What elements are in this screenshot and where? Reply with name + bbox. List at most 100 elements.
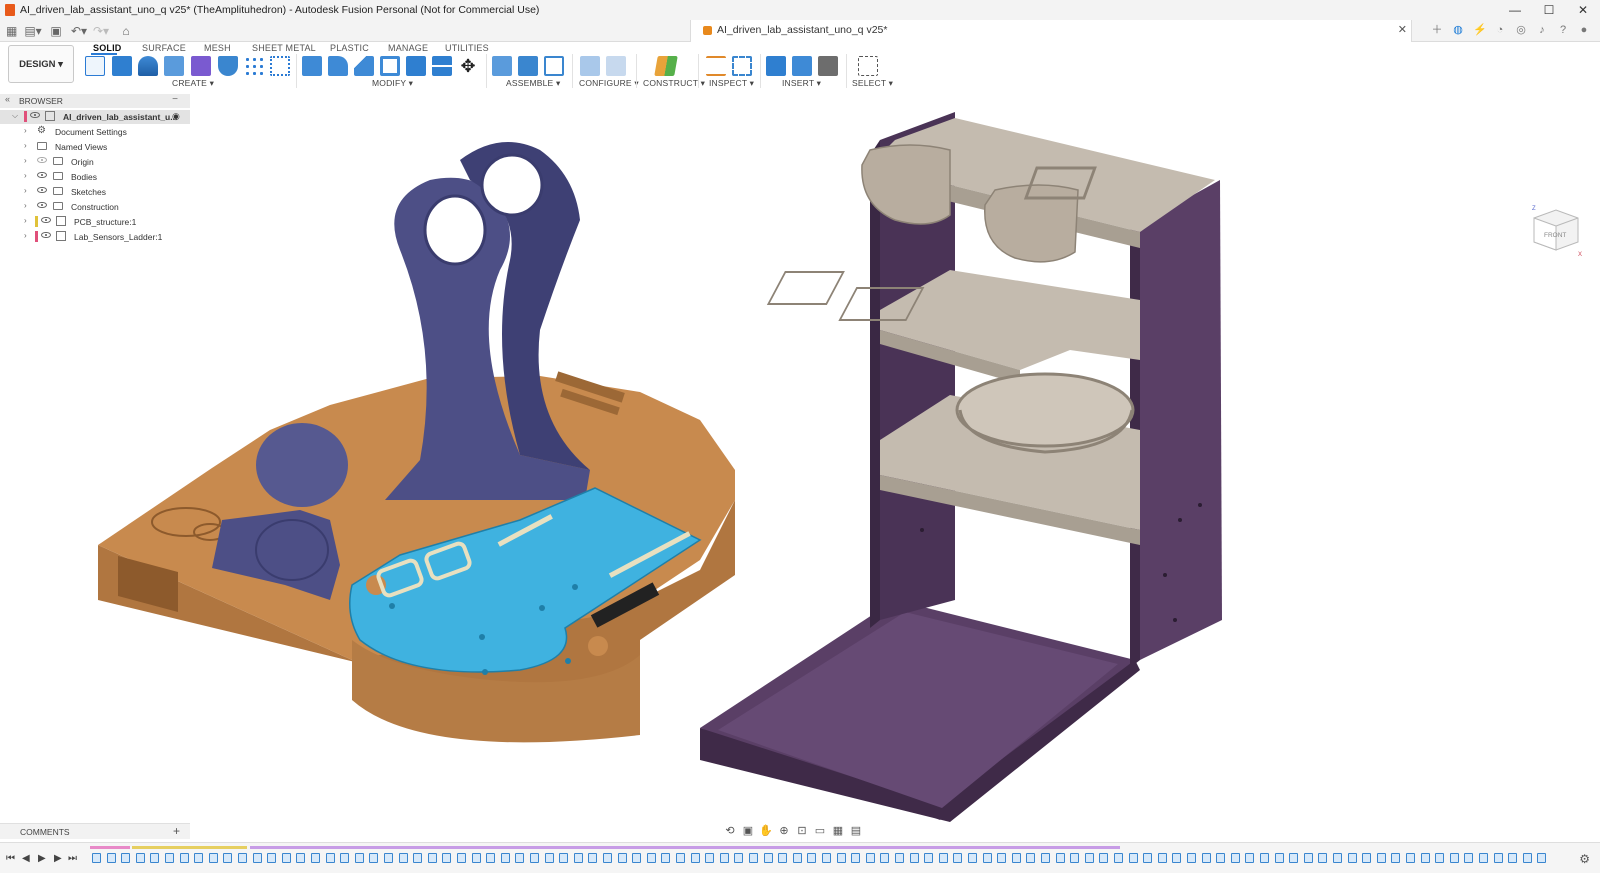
create-sketch-icon[interactable] [85, 56, 105, 76]
play-icon[interactable]: ▶ [38, 853, 46, 864]
tree-item-lab-sensors-ladder[interactable]: › Lab_Sensors_Ladder:1 [0, 230, 190, 244]
timeline-feature-icon[interactable] [1099, 853, 1108, 863]
timeline-feature-icon[interactable] [764, 853, 773, 863]
timeline-feature-icon[interactable] [1070, 853, 1079, 863]
timeline-feature-icon[interactable] [632, 853, 641, 863]
help-icon[interactable]: ? [1557, 23, 1569, 37]
timeline-feature-icon[interactable] [939, 853, 948, 863]
job-status-icon[interactable]: ◔ [1494, 23, 1506, 37]
timeline-feature-icon[interactable] [676, 853, 685, 863]
construct-group-label[interactable]: CONSTRUCT ▾ [643, 78, 705, 89]
insert-derive-icon[interactable] [766, 56, 786, 76]
timeline-feature-icon[interactable] [983, 853, 992, 863]
offset-plane-icon[interactable] [654, 56, 678, 76]
fillet-icon[interactable] [328, 56, 348, 76]
timeline-feature-icon[interactable] [793, 853, 802, 863]
timeline-feature-icon[interactable] [1464, 853, 1473, 863]
timeline-feature-icon[interactable] [238, 853, 247, 863]
go-to-start-icon[interactable]: ⏮ [6, 853, 15, 864]
timeline-feature-icon[interactable] [1523, 853, 1532, 863]
tab-plastic[interactable]: PLASTIC [330, 43, 369, 53]
visibility-eye-icon[interactable] [41, 217, 51, 223]
timeline-feature-icon[interactable] [1012, 853, 1021, 863]
viewports-icon[interactable]: ▤ [849, 824, 863, 837]
timeline-feature-icon[interactable] [968, 853, 977, 863]
timeline-feature-icon[interactable] [311, 853, 320, 863]
configure-rules-icon[interactable] [606, 56, 626, 76]
timeline-feature-icon[interactable] [399, 853, 408, 863]
timeline-feature-icon[interactable] [734, 853, 743, 863]
timeline-feature-icon[interactable] [559, 853, 568, 863]
orbit-icon[interactable]: ⟲ [723, 824, 737, 837]
timeline-feature-icon[interactable] [180, 853, 189, 863]
minimize-button[interactable]: — [1498, 0, 1532, 20]
timeline-feature-icon[interactable] [1056, 853, 1065, 863]
timeline-feature-icon[interactable] [150, 853, 159, 863]
press-pull-icon[interactable] [302, 56, 322, 76]
timeline-feature-icon[interactable] [1348, 853, 1357, 863]
timeline-feature-icon[interactable] [442, 853, 451, 863]
chevron-down-icon[interactable]: ⌵ [12, 111, 18, 121]
joint-icon[interactable] [492, 56, 512, 76]
timeline-feature-icon[interactable] [1333, 853, 1342, 863]
timeline-feature-icon[interactable] [851, 853, 860, 863]
new-component-icon[interactable] [191, 56, 211, 76]
assemble-group-label[interactable]: ASSEMBLE ▾ [506, 78, 560, 89]
timeline-feature-icon[interactable] [749, 853, 758, 863]
tab-solid[interactable]: SOLID [93, 43, 122, 53]
timeline-feature-icon[interactable] [1391, 853, 1400, 863]
timeline-feature-icon[interactable] [997, 853, 1006, 863]
pattern-icon[interactable] [244, 56, 264, 76]
timeline-feature-icon[interactable] [880, 853, 889, 863]
timeline-feature-icon[interactable] [822, 853, 831, 863]
visibility-eye-icon[interactable] [37, 202, 47, 208]
modify-group-label[interactable]: MODIFY ▾ [372, 78, 413, 89]
tab-manage[interactable]: MANAGE [388, 43, 428, 53]
insert-group-label[interactable]: INSERT ▾ [782, 78, 821, 89]
split-body-icon[interactable] [432, 56, 452, 76]
tree-item-named-views[interactable]: › Named Views [0, 140, 190, 154]
mirror-icon[interactable] [270, 56, 290, 76]
view-cube[interactable]: FRONT Z X [1528, 202, 1584, 258]
file-menu-icon[interactable]: ▤▾ [24, 23, 42, 39]
zoom-icon[interactable]: ⊕ [777, 824, 791, 837]
combine-icon[interactable] [406, 56, 426, 76]
timeline-feature-icon[interactable] [1216, 853, 1225, 863]
timeline-feature-icon[interactable] [1508, 853, 1517, 863]
timeline-feature-icon[interactable] [1158, 853, 1167, 863]
timeline-feature-icon[interactable] [369, 853, 378, 863]
workspace-switcher[interactable]: DESIGN ▾ [8, 45, 74, 83]
step-forward-icon[interactable]: ▶ [54, 853, 62, 864]
visibility-eye-icon[interactable] [37, 172, 47, 178]
timeline-feature-icon[interactable] [1435, 853, 1444, 863]
new-tab-icon[interactable]: ＋ [1431, 23, 1443, 37]
tab-utilities[interactable]: UTILITIES [445, 43, 489, 53]
timeline-feature-icon[interactable] [428, 853, 437, 863]
timeline-feature-icon[interactable] [1479, 853, 1488, 863]
rigid-group-icon[interactable] [544, 56, 564, 76]
timeline-feature-icon[interactable] [661, 853, 670, 863]
timeline-feature-icon[interactable] [253, 853, 262, 863]
timeline-feature-icon[interactable] [384, 853, 393, 863]
tree-item-pcb-structure[interactable]: › PCB_structure:1 [0, 215, 190, 229]
timeline-feature-icon[interactable] [121, 853, 130, 863]
section-analysis-icon[interactable] [732, 56, 752, 76]
timeline-feature-icon[interactable] [1421, 853, 1430, 863]
timeline-feature-icon[interactable] [1172, 853, 1181, 863]
timeline-feature-icon[interactable] [691, 853, 700, 863]
collapse-browser-icon[interactable]: « [5, 94, 10, 104]
timeline-feature-icon[interactable] [1143, 853, 1152, 863]
browser-header[interactable]: « BROWSER − [0, 94, 190, 108]
timeline-feature-icon[interactable] [1275, 853, 1284, 863]
timeline-feature-icon[interactable] [953, 853, 962, 863]
chamfer-icon[interactable] [354, 56, 374, 76]
maximize-button[interactable]: ☐ [1532, 0, 1566, 20]
timeline-feature-icon[interactable] [1129, 853, 1138, 863]
extensions-icon[interactable]: ◍ [1452, 23, 1464, 37]
chevron-right-icon[interactable]: › [24, 231, 27, 240]
add-comment-icon[interactable]: + [173, 824, 180, 838]
timeline-feature-icon[interactable] [165, 853, 174, 863]
inspect-group-label[interactable]: INSPECT ▾ [709, 78, 754, 89]
timeline-feature-icon[interactable] [501, 853, 510, 863]
timeline-feature-icon[interactable] [1362, 853, 1371, 863]
